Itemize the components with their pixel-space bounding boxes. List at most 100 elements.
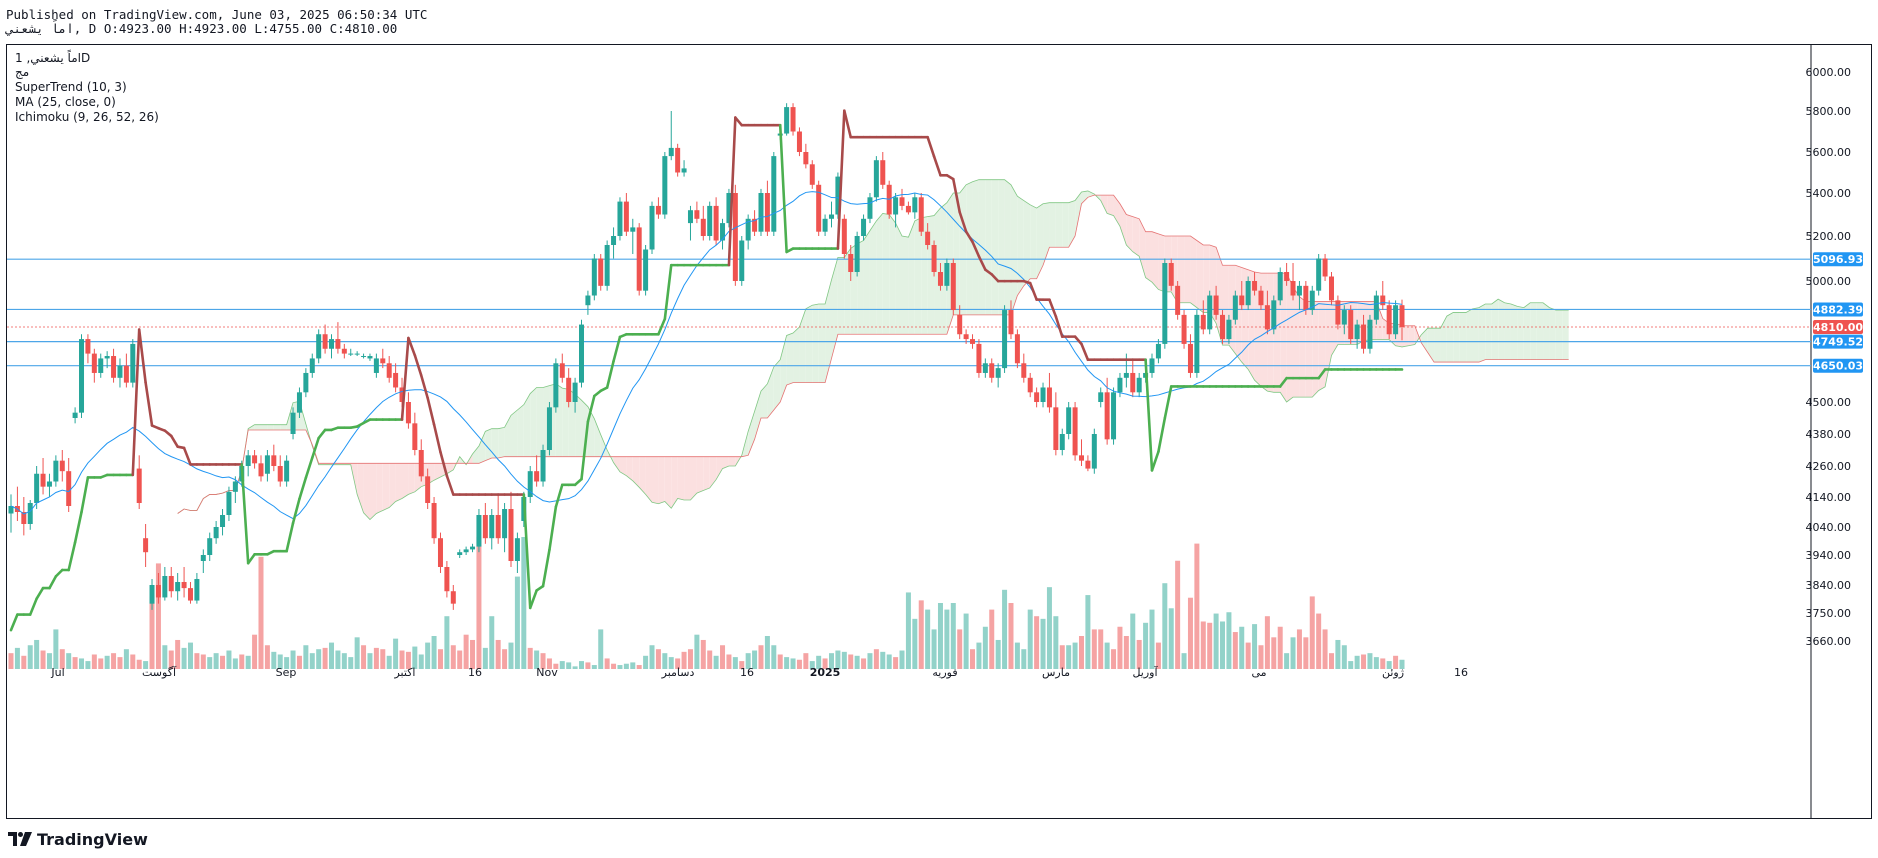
candle-body xyxy=(514,538,520,561)
price-chart[interactable]: 6000.00 5800.00 5600.00 5400.00 5200.00 5000.… xyxy=(7,45,1871,821)
volume-bar xyxy=(296,655,302,669)
volume-bar xyxy=(232,658,238,669)
volume-bar xyxy=(527,647,533,669)
candle-body xyxy=(1008,310,1014,335)
price-tick-label: 3940.00 xyxy=(1806,549,1852,562)
volume-bar xyxy=(514,576,520,669)
candle-body xyxy=(470,546,476,550)
volume-bar xyxy=(1335,639,1341,669)
candle-body xyxy=(444,567,450,592)
candle-body xyxy=(572,382,578,402)
candle-body xyxy=(764,193,770,232)
legend-ma[interactable]: MA (25, close, 0) xyxy=(15,95,116,109)
candle-body xyxy=(463,549,469,553)
candle-body xyxy=(1264,305,1270,330)
volume-bar xyxy=(803,653,809,669)
volume-bar xyxy=(470,639,476,669)
candle-body xyxy=(918,197,924,232)
chart-frame[interactable]: 6000.00 5800.00 5600.00 5400.00 5200.00 5000.… xyxy=(6,44,1872,821)
volume-bar xyxy=(611,663,617,669)
cloud-segment xyxy=(677,456,685,500)
cloud-segment xyxy=(1312,301,1319,398)
cloud-segment xyxy=(594,418,601,457)
supertrend-segment xyxy=(304,456,314,480)
cloud-segment xyxy=(703,456,710,491)
volume-bar xyxy=(450,645,456,669)
candle-body xyxy=(1341,310,1347,325)
candle-body xyxy=(489,515,495,539)
cloud-segment xyxy=(914,217,922,335)
volume-bar xyxy=(764,636,770,669)
supertrend-segment xyxy=(285,521,295,553)
volume-bar xyxy=(1040,618,1046,669)
candle-body xyxy=(296,392,302,413)
supertrend-segment xyxy=(9,613,19,632)
volume-bar xyxy=(1373,657,1379,669)
volume-bar xyxy=(1175,560,1181,669)
candle-body xyxy=(1213,295,1219,315)
supertrend-segment xyxy=(407,336,417,357)
candle-body xyxy=(771,156,777,232)
volume-bar xyxy=(918,600,924,669)
candle-body xyxy=(1380,295,1386,306)
cloud-segment xyxy=(652,456,659,504)
price-tick-label: 3660.00 xyxy=(1806,635,1852,648)
candle-body xyxy=(130,343,136,383)
supertrend-segment xyxy=(778,123,788,254)
volume-bar xyxy=(200,654,206,669)
price-tick-label: 5600.00 xyxy=(1806,146,1852,159)
candle-body xyxy=(899,197,905,206)
volume-bar xyxy=(572,666,578,669)
candle-body xyxy=(1239,295,1245,306)
cloud-segment xyxy=(696,456,704,494)
candle-body xyxy=(123,365,129,383)
candle-body xyxy=(591,258,597,296)
volume-bar xyxy=(982,626,988,669)
volume-bar xyxy=(784,657,790,669)
cloud-segment xyxy=(357,463,364,513)
volume-bar xyxy=(880,651,886,669)
tradingview-logo[interactable]: TradingView xyxy=(8,828,148,850)
volume-bar xyxy=(1296,629,1302,669)
cloud-segment xyxy=(1485,303,1492,360)
candle-body xyxy=(957,314,963,335)
volume-bar xyxy=(886,654,892,669)
legend-supertrend[interactable]: SuperTrend (10, 3) xyxy=(15,80,127,94)
candle-body xyxy=(309,358,315,373)
candle-body xyxy=(668,147,674,157)
volume-bar xyxy=(873,649,879,669)
cloud-segment xyxy=(837,257,845,335)
volume-bar xyxy=(1322,629,1328,669)
cloud-segment xyxy=(799,308,806,383)
candle-body xyxy=(1149,358,1155,373)
cloud-segment xyxy=(1010,184,1018,315)
candle-body xyxy=(546,407,552,450)
candle-body xyxy=(534,471,540,482)
cloud-segment xyxy=(1523,302,1531,360)
candle-body xyxy=(1386,305,1392,335)
time-tick-label: مارس xyxy=(1042,666,1070,679)
cloud-segment xyxy=(889,214,896,335)
volume-bar xyxy=(1252,624,1258,669)
volume-bar xyxy=(130,654,136,669)
cloud-segment xyxy=(1543,302,1550,360)
cloud-segment xyxy=(780,335,787,402)
volume-bar xyxy=(213,653,219,669)
candle-body xyxy=(1335,300,1341,325)
candle-body xyxy=(873,160,879,198)
volume-bar xyxy=(1226,612,1232,669)
supertrend-segment xyxy=(1080,342,1090,362)
candle-body xyxy=(1014,334,1020,364)
price-tick-label: 5200.00 xyxy=(1806,230,1852,243)
volume-bar xyxy=(322,647,328,669)
candle-body xyxy=(1232,295,1238,320)
candle-body xyxy=(1098,392,1104,402)
volume-bar xyxy=(117,657,123,669)
candle-body xyxy=(187,588,193,601)
time-tick-label: Nov xyxy=(536,666,558,679)
supertrend-segment xyxy=(548,505,558,552)
supertrend-segment xyxy=(67,541,77,572)
legend-ichimoku[interactable]: Ichimoku (9, 26, 52, 26) xyxy=(15,110,159,124)
volume-bar xyxy=(893,657,899,669)
candle-body xyxy=(611,236,617,245)
